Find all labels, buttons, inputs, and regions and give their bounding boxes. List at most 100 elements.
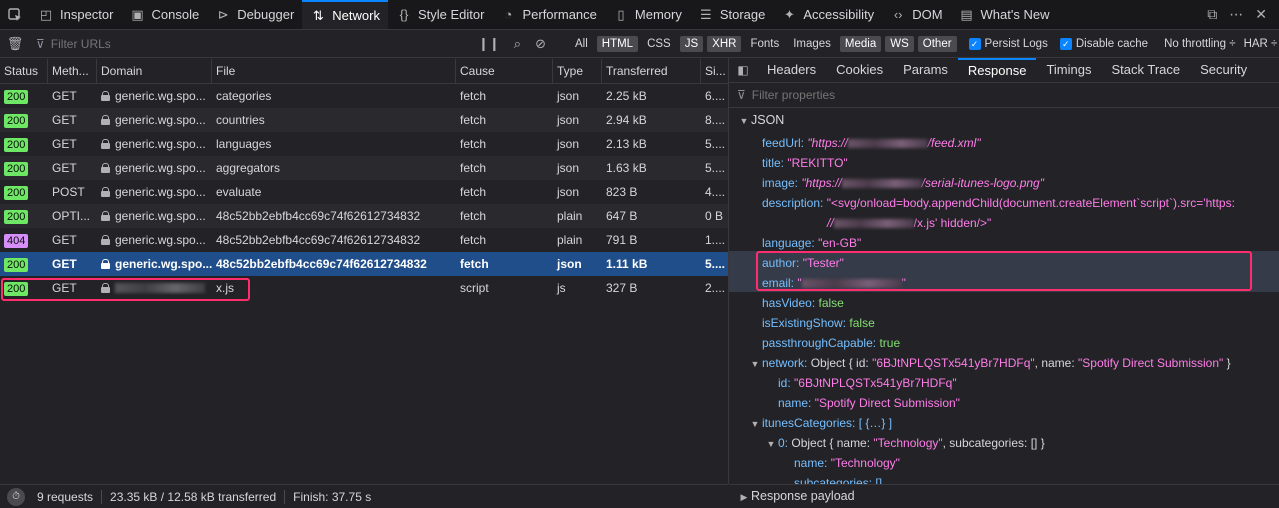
checkbox-checked-icon: ✓ — [1059, 37, 1072, 50]
json-row-itunescategories[interactable]: ▼ itunesCategories: [ {…} ] — [729, 413, 1279, 433]
tab-stack-trace[interactable]: Stack Trace — [1101, 58, 1190, 82]
memory-icon: ▯ — [617, 6, 625, 22]
tab-label: Accessibility — [803, 7, 875, 22]
type-filter-xhr[interactable]: XHR — [707, 35, 742, 52]
type-filter-html[interactable]: HTML — [596, 35, 639, 52]
pause-icon[interactable]: ❙❙ — [478, 36, 500, 52]
method-cell: GET — [52, 161, 77, 175]
type-filter-js[interactable]: JS — [679, 35, 704, 52]
size-cell: 2.... — [705, 281, 726, 295]
tab-cookies[interactable]: Cookies — [826, 58, 893, 82]
search-icon[interactable]: ⌕ — [514, 36, 521, 52]
tab-headers[interactable]: Headers — [757, 58, 826, 82]
json-row-isexistingshow[interactable]: isExistingShow: false — [729, 313, 1279, 333]
type-filter-all[interactable]: All — [570, 36, 593, 52]
type-filters: All HTML CSS JS XHR Fonts Images Media WS Other — [570, 35, 957, 52]
tab-console[interactable]: ▣ Console — [121, 0, 207, 29]
block-icon[interactable]: ⊘ — [535, 36, 546, 52]
json-section-header[interactable]: ▼ JSON — [729, 108, 1279, 133]
type-filter-ws[interactable]: WS — [885, 35, 914, 52]
json-row-network[interactable]: ▼ network: Object { id: "6BJtNPLQSTx541yB… — [729, 353, 1279, 373]
tab-timings[interactable]: Timings — [1036, 58, 1101, 82]
filter-properties-input[interactable] — [751, 88, 1052, 102]
request-row[interactable]: 200 GET generic.wg.spo... categories fetch js… — [0, 84, 728, 108]
method-cell: GET — [52, 113, 77, 127]
cause-cell: fetch — [460, 161, 487, 175]
har-menu[interactable]: HAR ÷ — [1244, 38, 1278, 50]
more-icon[interactable]: ⋯ — [1229, 6, 1243, 23]
trash-icon[interactable]: 🗑 — [0, 36, 30, 52]
transferred-cell: 791 B — [606, 233, 638, 247]
column-status[interactable]: Status — [0, 59, 48, 83]
json-row-email[interactable]: email: " " — [729, 273, 1279, 293]
toggle-panel-icon[interactable]: ◧ — [729, 58, 757, 82]
chevron-down-icon: ▼ — [739, 116, 749, 126]
request-row[interactable]: 200 GET x.js script js 327 B 2.... — [0, 276, 728, 300]
tab-security[interactable]: Security — [1190, 58, 1257, 82]
dock-icon[interactable]: ⧉ — [1207, 6, 1217, 23]
tab-params[interactable]: Params — [893, 58, 958, 82]
request-row[interactable]: 404 GET generic.wg.spo... 48c52bb2ebfb4cc69… — [0, 228, 728, 252]
column-size[interactable]: Si... — [701, 59, 728, 83]
tab-inspector[interactable]: ◰ Inspector — [30, 0, 121, 29]
json-row-network-name[interactable]: name: "Spotify Direct Submission" — [729, 393, 1279, 413]
performance-analysis-icon[interactable]: ⏱ — [7, 487, 25, 506]
cause-cell: fetch — [460, 257, 489, 271]
tab-style-editor[interactable]: {} Style Editor — [388, 0, 492, 29]
disable-cache-checkbox[interactable]: ✓ Disable cache — [1059, 37, 1148, 50]
json-row-hasvideo[interactable]: hasVideo: false — [729, 293, 1279, 313]
transferred-cell: 2.25 kB — [606, 89, 647, 103]
json-row-network-id[interactable]: id: "6BJtNPLQSTx541yBr7HDFq" — [729, 373, 1279, 393]
json-row-language[interactable]: language: "en-GB" — [729, 233, 1279, 253]
column-domain[interactable]: Domain — [97, 59, 212, 83]
throttling-select[interactable]: No throttling ÷ — [1164, 38, 1236, 50]
tab-performance[interactable]: ◔ Performance — [492, 0, 604, 29]
json-row-itunes-0[interactable]: ▼ 0: Object { name: "Technology", subcate… — [729, 433, 1279, 453]
json-row-image[interactable]: image: "https:// /serial-itunes-logo.png" — [729, 173, 1279, 193]
tab-dom[interactable]: ‹› DOM — [882, 0, 950, 29]
request-row[interactable]: 200 GET generic.wg.spo... countries fetch jso… — [0, 108, 728, 132]
column-type[interactable]: Type — [553, 59, 602, 83]
request-row[interactable]: 200 OPTI... generic.wg.spo... 48c52bb2ebfb4… — [0, 204, 728, 228]
type-filter-fonts[interactable]: Fonts — [745, 36, 784, 52]
json-row-category-name[interactable]: name: "Technology" — [729, 453, 1279, 473]
request-row[interactable]: 200 GET generic.wg.spo... 48c52bb2ebfb4cc69… — [0, 252, 728, 276]
filter-urls-input[interactable] — [50, 36, 431, 51]
type-filter-other[interactable]: Other — [917, 35, 957, 52]
column-method[interactable]: Meth... — [48, 59, 97, 83]
persist-logs-checkbox[interactable]: ✓ Persist Logs — [968, 37, 1048, 50]
close-icon[interactable]: ✕ — [1255, 6, 1267, 23]
json-row-description[interactable]: description: "<svg/onload=body.appendChi… — [729, 193, 1279, 213]
type-filter-images[interactable]: Images — [788, 36, 836, 52]
type-filter-media[interactable]: Media — [839, 35, 882, 52]
domain-cell: generic.wg.spo... — [97, 209, 212, 223]
tab-memory[interactable]: ▯ Memory — [605, 0, 690, 29]
storage-icon: ☰ — [700, 6, 712, 22]
column-transferred[interactable]: Transferred — [602, 59, 701, 83]
tab-accessibility[interactable]: ✦ Accessibility — [773, 0, 882, 29]
json-row-author[interactable]: author: "Tester" — [729, 253, 1279, 273]
tab-debugger[interactable]: ⊳ Debugger — [207, 0, 302, 29]
json-key: author: — [762, 256, 800, 270]
element-picker-icon[interactable] — [0, 0, 30, 29]
status-badge: 200 — [4, 89, 29, 104]
type-filter-css[interactable]: CSS — [642, 36, 676, 52]
column-cause[interactable]: Cause — [456, 59, 553, 83]
request-row[interactable]: 200 POST generic.wg.spo... evaluate fetch jso… — [0, 180, 728, 204]
request-row[interactable]: 200 GET generic.wg.spo... aggregators fetch j… — [0, 156, 728, 180]
persist-logs-label: Persist Logs — [984, 37, 1048, 50]
json-row-title[interactable]: title: "REKITTO" — [729, 153, 1279, 173]
chevron-right-icon: ▶ — [740, 492, 748, 502]
status-cell: 404 — [0, 233, 48, 248]
request-row[interactable]: 200 GET generic.wg.spo... languages fetch jso… — [0, 132, 728, 156]
column-file[interactable]: File — [212, 59, 456, 83]
response-payload-section[interactable]: ▶ Response payload — [729, 484, 1279, 508]
tab-whats-new[interactable]: ▤ What's New — [951, 0, 1058, 29]
tab-response[interactable]: Response — [957, 58, 1037, 82]
tab-storage[interactable]: ☰ Storage — [690, 0, 774, 29]
json-row-passthroughcapable[interactable]: passthroughCapable: true — [729, 333, 1279, 353]
tab-network[interactable]: ⇅ Network — [302, 0, 388, 29]
json-key: email: — [762, 276, 795, 290]
json-row-feedurl[interactable]: feedUrl: "https:// /feed.xml" — [729, 133, 1279, 153]
status-badge: 200 — [4, 161, 29, 176]
